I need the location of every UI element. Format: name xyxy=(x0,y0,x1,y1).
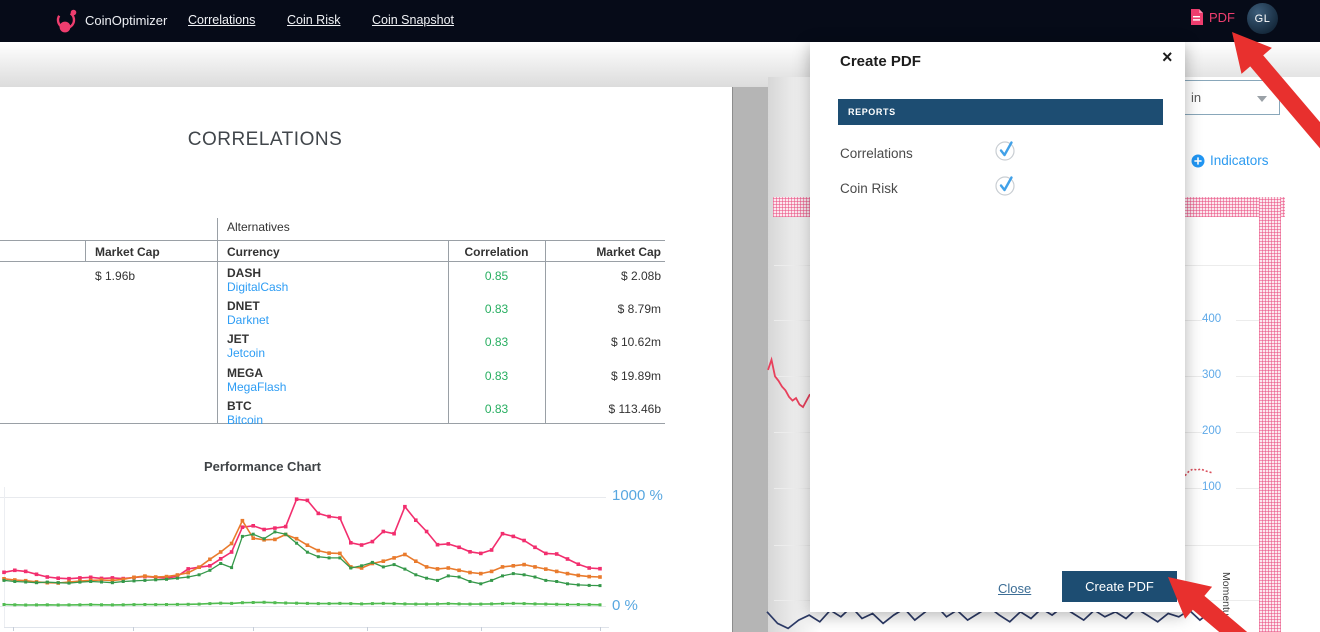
modal-close-link[interactable]: Close xyxy=(998,581,1031,596)
dense-pink-chart-band-vertical xyxy=(1259,197,1281,632)
price-line-fragment xyxy=(766,352,812,416)
market-cap-value: $ 19.89m xyxy=(545,369,661,383)
performance-chart xyxy=(2,490,602,614)
reports-section-header: REPORTS xyxy=(838,99,1163,125)
market-cap-value: $ 2.08b xyxy=(545,269,661,283)
add-indicators-link[interactable]: Indicators xyxy=(1191,153,1269,168)
axis-label-400: 400 xyxy=(1202,313,1236,325)
correlations-table: Alternatives Market Cap Currency Correla… xyxy=(0,218,665,424)
coin-dropdown-value: in xyxy=(1191,90,1201,105)
table-row: DNET Darknet 0.83 $ 8.79m xyxy=(0,298,665,331)
y-axis-label-top: 1000 % xyxy=(612,487,663,504)
pdf-button[interactable]: PDF xyxy=(1190,9,1235,25)
market-cap-value: $ 10.62m xyxy=(545,335,661,349)
table-row: $ 1.96b DASH DigitalCash 0.85 $ 2.08b xyxy=(0,265,665,298)
correlation-value: 0.85 xyxy=(448,269,545,283)
nav-link-coin-risk[interactable]: Coin Risk xyxy=(287,13,341,27)
nav-link-correlations[interactable]: Correlations xyxy=(188,13,255,27)
x-axis-tick xyxy=(253,627,254,631)
create-pdf-modal: Create PDF × REPORTS Correlations Coin R… xyxy=(810,42,1185,612)
correlation-value: 0.83 xyxy=(448,402,545,416)
currency-symbol: BTC xyxy=(227,399,252,413)
currency-name-link[interactable]: Jetcoin xyxy=(227,346,265,360)
coinoptimizer-logo-icon xyxy=(52,7,80,35)
table-border xyxy=(85,240,86,261)
create-pdf-button[interactable]: Create PDF xyxy=(1062,571,1177,602)
x-axis-tick xyxy=(600,627,601,631)
axis-label-300: 300 xyxy=(1202,369,1236,381)
column-header-market-cap-right: Market Cap xyxy=(545,245,661,259)
checkbox-checked-icon[interactable] xyxy=(994,138,1016,162)
dotted-line-fragment xyxy=(1183,464,1215,482)
modal-title: Create PDF xyxy=(840,53,921,70)
market-cap-value: $ 8.79m xyxy=(545,302,661,316)
currency-symbol: MEGA xyxy=(227,366,263,380)
table-border xyxy=(0,240,665,241)
chevron-down-icon xyxy=(1257,96,1267,102)
report-preview-page: CORRELATIONS Alternatives Market Cap Cur… xyxy=(0,87,733,632)
x-axis-tick xyxy=(481,627,482,631)
brand-name: CoinOptimizer xyxy=(85,13,167,28)
table-row: MEGA MegaFlash 0.83 $ 19.89m xyxy=(0,365,665,398)
axis-label-200: 200 xyxy=(1202,425,1236,437)
page-gap xyxy=(733,87,768,632)
y-axis-label-bottom: 0 % xyxy=(612,597,638,614)
table-group-header: Alternatives xyxy=(227,220,290,234)
pdf-document-icon xyxy=(1190,9,1203,25)
currency-symbol: JET xyxy=(227,332,249,346)
market-cap-value: $ 113.46b xyxy=(545,402,661,416)
base-market-cap: $ 1.96b xyxy=(95,269,135,283)
column-header-currency: Currency xyxy=(227,245,280,259)
currency-symbol: DASH xyxy=(227,266,261,280)
momentum-axis-title: Momentum xyxy=(1220,572,1232,625)
table-row: JET Jetcoin 0.83 $ 10.62m xyxy=(0,331,665,364)
currency-name-link[interactable]: Darknet xyxy=(227,313,269,327)
table-row: BTC Bitcoin 0.83 $ 113.46b xyxy=(0,398,665,431)
currency-name-link[interactable]: DigitalCash xyxy=(227,280,288,294)
correlation-value: 0.83 xyxy=(448,335,545,349)
close-icon[interactable]: × xyxy=(1162,47,1173,68)
pdf-button-label: PDF xyxy=(1209,10,1235,25)
correlation-value: 0.83 xyxy=(448,302,545,316)
performance-chart-title: Performance Chart xyxy=(0,459,525,474)
currency-symbol: DNET xyxy=(227,299,260,313)
top-navbar: CoinOptimizer Correlations Coin Risk Coi… xyxy=(0,0,1320,42)
user-avatar[interactable]: GL xyxy=(1247,3,1278,34)
table-border xyxy=(0,261,665,262)
column-header-correlation: Correlation xyxy=(448,245,545,259)
axis-label-100: 100 xyxy=(1202,481,1236,493)
currency-name-link[interactable]: MegaFlash xyxy=(227,380,286,394)
chart-x-axis xyxy=(4,627,609,628)
plus-circle-icon xyxy=(1191,154,1205,168)
option-label-correlations: Correlations xyxy=(840,146,913,161)
x-axis-tick xyxy=(133,627,134,631)
option-label-coin-risk: Coin Risk xyxy=(840,181,898,196)
add-indicators-label: Indicators xyxy=(1210,153,1269,168)
x-axis-tick xyxy=(367,627,368,631)
nav-link-coin-snapshot[interactable]: Coin Snapshot xyxy=(372,13,454,27)
correlation-value: 0.83 xyxy=(448,369,545,383)
checkbox-checked-icon[interactable] xyxy=(994,173,1016,197)
column-header-market-cap-left: Market Cap xyxy=(95,245,160,259)
currency-name-link[interactable]: Bitcoin xyxy=(227,413,263,427)
report-page-title: CORRELATIONS xyxy=(0,129,530,151)
x-axis-tick xyxy=(13,627,14,631)
